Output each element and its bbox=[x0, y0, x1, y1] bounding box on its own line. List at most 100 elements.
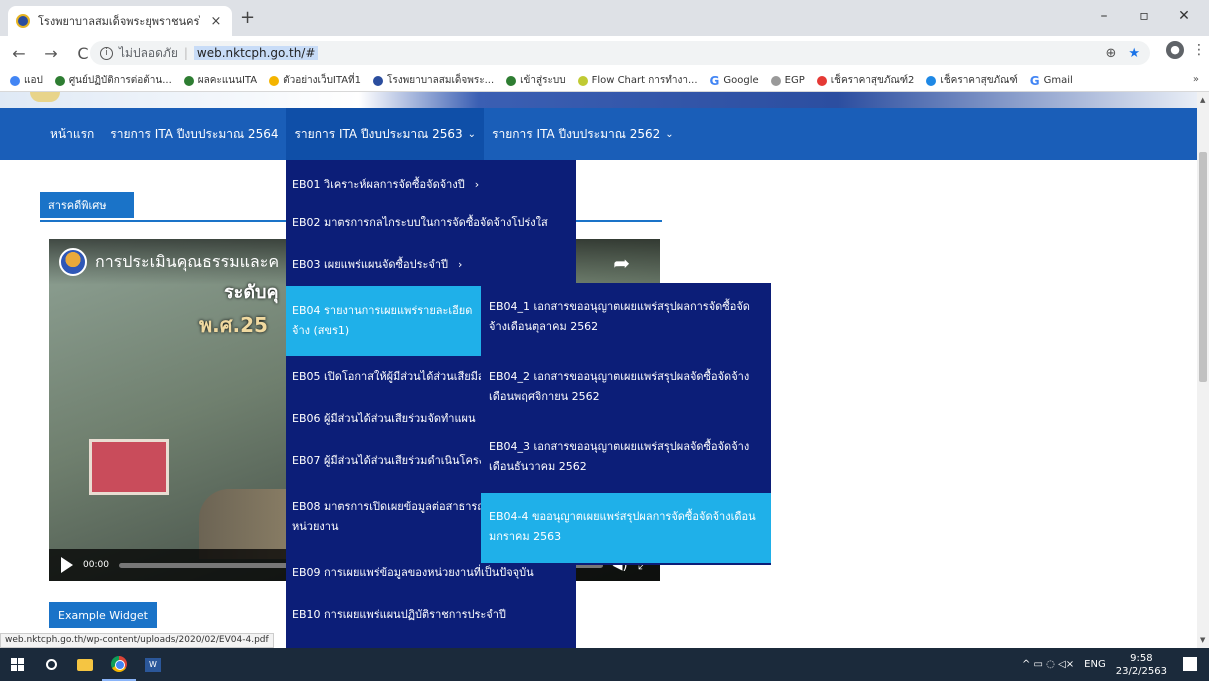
dropdown-item[interactable]: EB02 มาตรการกลไกระบบในการจัดซื้อจัดจ้างโ… bbox=[286, 202, 576, 244]
nav-item[interactable]: รายการ ITA ปีงบประมาณ 2562 ⌄ bbox=[484, 108, 682, 160]
bookmark-item[interactable]: G Google bbox=[710, 74, 759, 88]
bookmark-favicon-icon bbox=[10, 75, 20, 86]
input-language[interactable]: ENG bbox=[1084, 659, 1106, 670]
chrome-taskbar-button[interactable] bbox=[102, 648, 136, 681]
share-icon[interactable]: ➦ bbox=[613, 251, 630, 275]
bookmark-item[interactable]: เช็คราคาสุขภัณฑ์ bbox=[926, 73, 1018, 88]
address-bar[interactable]: i ไม่ปลอดภัย | web.nktcph.go.th/# ⊕ ★ bbox=[90, 41, 1150, 65]
page-scrollbar[interactable]: ▲ ▼ bbox=[1197, 92, 1209, 648]
bookmark-label: EGP bbox=[784, 75, 805, 86]
bookmark-label: Google bbox=[723, 75, 759, 86]
clock[interactable]: 9:58 23/2/2563 bbox=[1116, 652, 1167, 678]
bookmark-favicon-icon bbox=[54, 75, 65, 86]
browser-menu-icon[interactable]: ⋮ bbox=[1192, 42, 1206, 58]
close-window-icon[interactable]: ✕ bbox=[1164, 8, 1204, 24]
close-tab-icon[interactable]: × bbox=[208, 14, 224, 29]
video-title[interactable]: การประเมินคุณธรรมและค bbox=[95, 250, 279, 275]
bookmark-letter-icon: G bbox=[1029, 73, 1040, 88]
bookmark-item[interactable]: G Gmail bbox=[1030, 74, 1073, 88]
search-button[interactable] bbox=[34, 648, 68, 681]
bookmark-item[interactable]: ผลคะแนนITA bbox=[183, 73, 258, 88]
submenu-item[interactable]: EB04_1 เอกสารขออนุญาตเผยแพร่สรุปผลการจัด… bbox=[481, 283, 771, 353]
bookmark-label: โรงพยาบาลสมเด็จพระ... bbox=[387, 75, 495, 86]
dropdown-item[interactable]: EB03 เผยแพร่แผนจัดซื้อประจำปี › bbox=[286, 244, 576, 286]
chrome-icon bbox=[111, 655, 127, 672]
video-sign bbox=[89, 439, 169, 495]
bookmark-favicon-icon bbox=[577, 75, 588, 86]
tab-title: โรงพยาบาลสมเด็จพระยุพราชนครไทย bbox=[38, 15, 200, 28]
tray-icons[interactable]: ^ ▭ ◌ ◁× bbox=[1022, 659, 1074, 670]
url-text[interactable]: web.nktcph.go.th/# bbox=[193, 46, 319, 60]
scroll-down-icon[interactable]: ▼ bbox=[1200, 636, 1205, 644]
bookmark-label: ผลคะแนนITA bbox=[197, 75, 258, 86]
bookmark-item[interactable]: EGP bbox=[770, 75, 805, 86]
site-banner bbox=[0, 92, 1197, 108]
nav-item[interactable]: รายการ ITA ปีงบประมาณ 2563 ⌄ bbox=[286, 108, 485, 160]
dropdown-item-label: EB03 เผยแพร่แผนจัดซื้อประจำปี › bbox=[292, 258, 463, 271]
bookmark-item[interactable]: เข้าสู่ระบบ bbox=[506, 73, 566, 88]
nav-item-label: รายการ ITA ปีงบประมาณ 2563 bbox=[294, 126, 463, 141]
scroll-up-icon[interactable]: ▲ bbox=[1200, 96, 1205, 104]
browser-tab-bar: โรงพยาบาลสมเด็จพระยุพราชนครไทย × + – ▫ ✕ bbox=[0, 0, 1209, 36]
submenu-item-label: เดือนพฤศจิกายน 2562 bbox=[489, 390, 600, 403]
bookmark-label: Gmail bbox=[1043, 75, 1073, 86]
bookmark-favicon-icon bbox=[506, 75, 517, 86]
bookmark-star-icon[interactable]: ★ bbox=[1128, 46, 1140, 61]
bookmark-item[interactable]: ตัวอย่างเว็บITAที่1 bbox=[269, 73, 361, 88]
url-separator: | bbox=[183, 46, 188, 60]
bookmark-item[interactable]: เช็คราคาสุขภัณฑ์2 bbox=[816, 73, 915, 88]
windows-taskbar: W ^ ▭ ◌ ◁× ENG 9:58 23/2/2563 bbox=[0, 648, 1209, 681]
new-tab-icon[interactable]: + bbox=[240, 7, 255, 28]
bookmark-item[interactable]: แอป bbox=[10, 73, 43, 88]
bookmark-label: แอป bbox=[24, 75, 43, 86]
word-icon: W bbox=[145, 657, 161, 672]
submenu-item-label: EB04_2 เอกสารขออนุญาตเผยแพร่สรุปผลจัดซื้… bbox=[489, 370, 750, 383]
nav-item[interactable]: หน้าแรก bbox=[42, 108, 102, 160]
bookmark-item[interactable]: Flow Chart การทำงา... bbox=[577, 73, 698, 88]
maximize-icon[interactable]: ▫ bbox=[1124, 8, 1164, 24]
site-info-icon[interactable]: i bbox=[100, 46, 113, 60]
scroll-thumb[interactable] bbox=[1199, 152, 1207, 382]
clock-time: 9:58 bbox=[1130, 652, 1153, 664]
example-widget-label: Example Widget bbox=[49, 602, 157, 628]
folder-icon bbox=[77, 658, 93, 671]
submenu-item[interactable]: EB04_2 เอกสารขออนุญาตเผยแพร่สรุปผลจัดซื้… bbox=[481, 353, 771, 423]
channel-logo-icon[interactable] bbox=[59, 248, 87, 276]
minimize-icon[interactable]: – bbox=[1084, 8, 1124, 24]
main-navigation: หน้าแรก รายการ ITA ปีงบประมาณ 2564 รายการ … bbox=[0, 108, 1197, 160]
forward-icon[interactable]: → bbox=[38, 44, 64, 63]
submenu-item-label: EB04_1 เอกสารขออนุญาตเผยแพร่สรุปผลการจัด… bbox=[489, 300, 750, 313]
system-tray: ^ ▭ ◌ ◁× ENG 9:58 23/2/2563 bbox=[1022, 648, 1167, 681]
submenu-item[interactable]: EB04_3 เอกสารขออนุญาตเผยแพร่สรุปผลจัดซื้… bbox=[481, 423, 771, 493]
bookmark-label: เช็คราคาสุขภัณฑ์2 bbox=[830, 75, 915, 86]
browser-toolbar: ← → C i ไม่ปลอดภัย | web.nktcph.go.th/# … bbox=[0, 36, 1209, 70]
play-icon[interactable] bbox=[61, 557, 73, 573]
word-taskbar-button[interactable]: W bbox=[136, 648, 170, 681]
submenu-item-label: มกราคม 2563 bbox=[489, 530, 562, 543]
chevron-down-icon: ⌄ bbox=[665, 128, 674, 140]
nav-item[interactable]: รายการ ITA ปีงบประมาณ 2564 bbox=[102, 108, 286, 160]
bookmark-item[interactable]: โรงพยาบาลสมเด็จพระ... bbox=[373, 73, 494, 88]
bookmark-favicon-icon bbox=[269, 75, 280, 86]
notification-icon[interactable] bbox=[1183, 657, 1197, 671]
video-overlay-text: ระดับคุ bbox=[224, 282, 279, 303]
dropdown-item[interactable]: EB01 วิเคราะห์ผลการจัดซื้อจัดจ้างปี › bbox=[286, 160, 576, 202]
bookmark-favicon-icon bbox=[770, 75, 781, 86]
bookmark-label: Flow Chart การทำงา... bbox=[591, 75, 698, 86]
profile-avatar-icon[interactable]: ● bbox=[1166, 41, 1184, 59]
bookmark-label: เช็คราคาสุขภัณฑ์ bbox=[940, 75, 1018, 86]
browser-tab[interactable]: โรงพยาบาลสมเด็จพระยุพราชนครไทย × bbox=[8, 6, 232, 36]
submenu-item[interactable]: EB04-4 ขออนุญาตเผยแพร่สรุปผลการจัดซื้อจั… bbox=[481, 493, 771, 563]
bookmark-label: ตัวอย่างเว็บITAที่1 bbox=[283, 75, 362, 86]
dropdown-item[interactable]: EB10 การเผยแพร่แผนปฏิบัติราชการประจำปี bbox=[286, 594, 576, 636]
web-page: หน้าแรก รายการ ITA ปีงบประมาณ 2564 รายการ … bbox=[0, 92, 1197, 648]
bookmarks-more-icon[interactable]: » bbox=[1193, 74, 1199, 85]
bookmark-item[interactable]: ศูนย์ปฏิบัติการต่อต้าน... bbox=[54, 73, 172, 88]
back-icon[interactable]: ← bbox=[6, 44, 32, 63]
file-explorer-button[interactable] bbox=[68, 648, 102, 681]
nav-item-label: รายการ ITA ปีงบประมาณ 2564 bbox=[110, 126, 279, 141]
submenu-item-label: เดือนธันวาคม 2562 bbox=[489, 460, 587, 473]
start-button[interactable] bbox=[0, 648, 34, 681]
zoom-icon[interactable]: ⊕ bbox=[1105, 46, 1116, 61]
nav-item-label: หน้าแรก bbox=[50, 126, 95, 141]
